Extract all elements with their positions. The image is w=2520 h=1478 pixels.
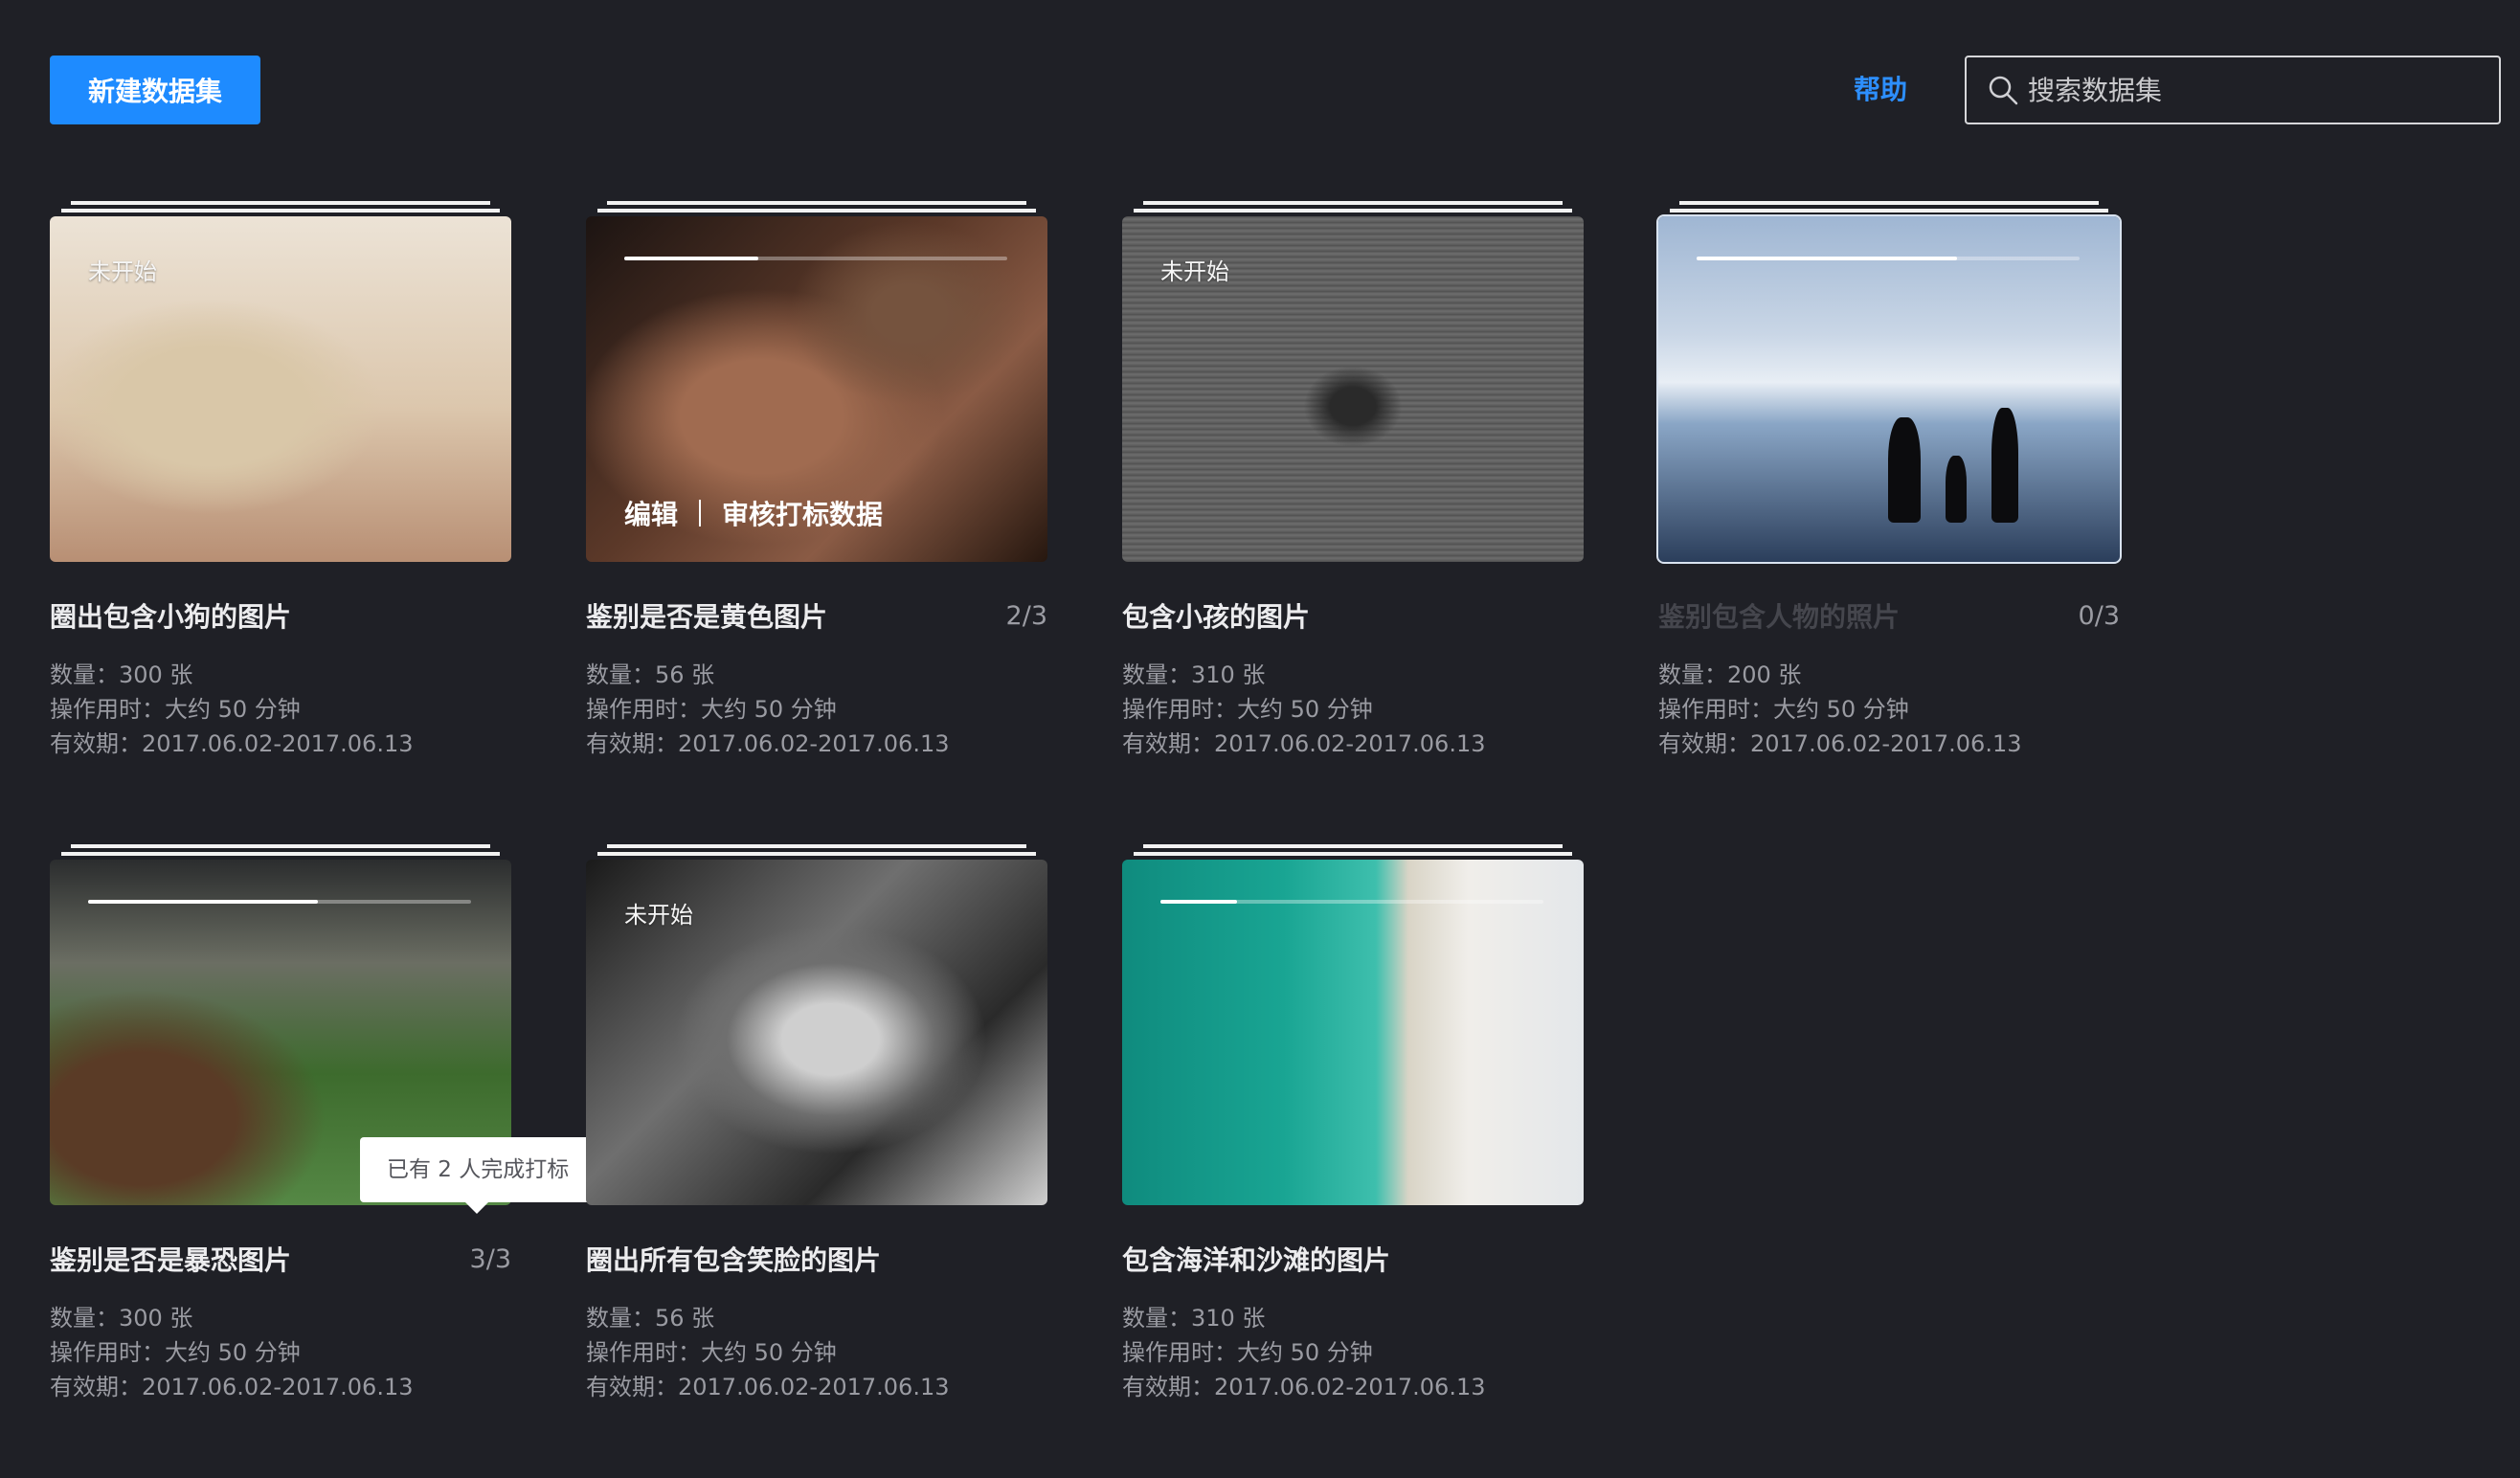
dataset-quantity: 数量：300 张 (50, 661, 193, 688)
annotator-count: 2/3 (1005, 600, 1047, 631)
dataset-validity: 有效期：2017.06.02-2017.06.13 (586, 730, 950, 757)
card-stack-edge (597, 852, 1036, 856)
silhouette-figure (1888, 417, 1921, 523)
dataset-duration: 操作用时：大约 50 分钟 (586, 1339, 837, 1366)
dataset-duration: 操作用时：大约 50 分钟 (586, 696, 837, 723)
dataset-thumbnail[interactable] (1656, 214, 2122, 564)
progress-bar (88, 900, 471, 904)
dataset-validity: 有效期：2017.06.02-2017.06.13 (1122, 730, 1486, 757)
dataset-quantity: 数量：310 张 (1122, 1305, 1266, 1332)
dataset-thumbnail[interactable]: 未开始 (1122, 216, 1584, 562)
dataset-quantity: 数量：310 张 (1122, 661, 1266, 688)
dataset-thumbnail[interactable]: 未开始 (50, 216, 511, 562)
card-stack-edge (1134, 209, 1572, 213)
dataset-thumbnail[interactable]: 编辑 审核打标数据 (586, 216, 1047, 562)
dataset-validity: 有效期：2017.06.02-2017.06.13 (586, 1374, 950, 1400)
annotator-count: 0/3 (2078, 600, 2120, 631)
dataset-duration: 操作用时：大约 50 分钟 (1658, 696, 1909, 723)
dataset-duration: 操作用时：大约 50 分钟 (50, 696, 301, 723)
dataset-card[interactable]: 编辑 审核打标数据 鉴别是否是黄色图片 2/3 数量：56 张 操作用时：大约 … (586, 201, 1047, 761)
dataset-validity: 有效期：2017.06.02-2017.06.13 (50, 730, 414, 757)
card-stack-edge (607, 844, 1026, 848)
dataset-validity: 有效期：2017.06.02-2017.06.13 (1122, 1374, 1486, 1400)
dataset-card[interactable]: 未开始 圈出包含小狗的图片 数量：300 张 操作用时：大约 50 分钟 有效期… (50, 201, 511, 761)
card-stack-edge (61, 209, 500, 213)
progress-bar (1697, 257, 2080, 260)
dataset-quantity: 数量：56 张 (586, 1305, 715, 1332)
card-stack-edge (71, 844, 490, 848)
dataset-card[interactable]: 鉴别是否是暴恐图片 3/3 数量：300 张 操作用时：大约 50 分钟 有效期… (50, 844, 511, 1404)
dataset-duration: 操作用时：大约 50 分钟 (50, 1339, 301, 1366)
dataset-card[interactable]: 未开始 包含小孩的图片 数量：310 张 操作用时：大约 50 分钟 有效期：2… (1122, 201, 1584, 761)
card-stack-edge (1670, 209, 2108, 213)
dataset-thumbnail[interactable] (1122, 860, 1584, 1205)
status-label: 未开始 (1160, 258, 1229, 285)
new-dataset-button[interactable]: 新建数据集 (50, 56, 260, 124)
search-input[interactable] (2028, 74, 2499, 106)
card-hover-actions: 编辑 审核打标数据 (624, 494, 883, 532)
dataset-title[interactable]: 包含海洋和沙滩的图片 (1122, 1240, 1390, 1278)
dataset-title[interactable]: 圈出所有包含笑脸的图片 (586, 1240, 881, 1278)
dataset-quantity: 数量：56 张 (586, 661, 715, 688)
help-link[interactable]: 帮助 (1854, 69, 1907, 107)
card-stack-edge (1143, 844, 1563, 848)
silhouette-figure (1946, 456, 1967, 523)
card-stack-edge (607, 201, 1026, 205)
dataset-card[interactable]: 鉴别包含人物的照片 0/3 数量：200 张 操作用时：大约 50 分钟 有效期… (1656, 201, 2122, 761)
dataset-duration: 操作用时：大约 50 分钟 (1122, 696, 1373, 723)
progress-bar (624, 257, 1007, 260)
search-box[interactable] (1965, 56, 2501, 124)
dataset-title[interactable]: 鉴别包含人物的照片 (1658, 596, 1900, 635)
dataset-title[interactable]: 鉴别是否是暴恐图片 (50, 1240, 291, 1278)
status-label: 未开始 (624, 902, 693, 929)
dataset-validity: 有效期：2017.06.02-2017.06.13 (1658, 730, 2022, 757)
dataset-quantity: 数量：200 张 (1658, 661, 1802, 688)
edit-button[interactable]: 编辑 (624, 494, 678, 532)
review-annotations-button[interactable]: 审核打标数据 (722, 494, 883, 532)
silhouette-figure (1991, 408, 2018, 523)
progress-bar (1160, 900, 1543, 904)
dataset-quantity: 数量：300 张 (50, 1305, 193, 1332)
top-toolbar: 新建数据集 帮助 (0, 0, 2520, 144)
action-separator (699, 500, 702, 526)
card-stack-edge (597, 209, 1036, 213)
annotator-count[interactable]: 3/3 (470, 1244, 511, 1274)
dataset-title[interactable]: 鉴别是否是黄色图片 (586, 596, 827, 635)
dataset-duration: 操作用时：大约 50 分钟 (1122, 1339, 1373, 1366)
dataset-validity: 有效期：2017.06.02-2017.06.13 (50, 1374, 414, 1400)
annotator-tooltip: 已有 2 人完成打标 (360, 1137, 596, 1214)
card-stack-edge (1679, 201, 2099, 205)
dataset-title[interactable]: 包含小孩的图片 (1122, 596, 1310, 635)
search-icon (1967, 74, 2028, 106)
status-label: 未开始 (88, 258, 157, 285)
card-stack-edge (1143, 201, 1563, 205)
card-stack-edge (61, 852, 500, 856)
dataset-title[interactable]: 圈出包含小狗的图片 (50, 596, 291, 635)
dataset-thumbnail[interactable]: 未开始 (586, 860, 1047, 1205)
dataset-card[interactable]: 未开始 圈出所有包含笑脸的图片 数量：56 张 操作用时：大约 50 分钟 有效… (586, 844, 1047, 1404)
card-stack-edge (71, 201, 490, 205)
dataset-card[interactable]: 包含海洋和沙滩的图片 数量：310 张 操作用时：大约 50 分钟 有效期：20… (1122, 844, 1584, 1404)
card-stack-edge (1134, 852, 1572, 856)
